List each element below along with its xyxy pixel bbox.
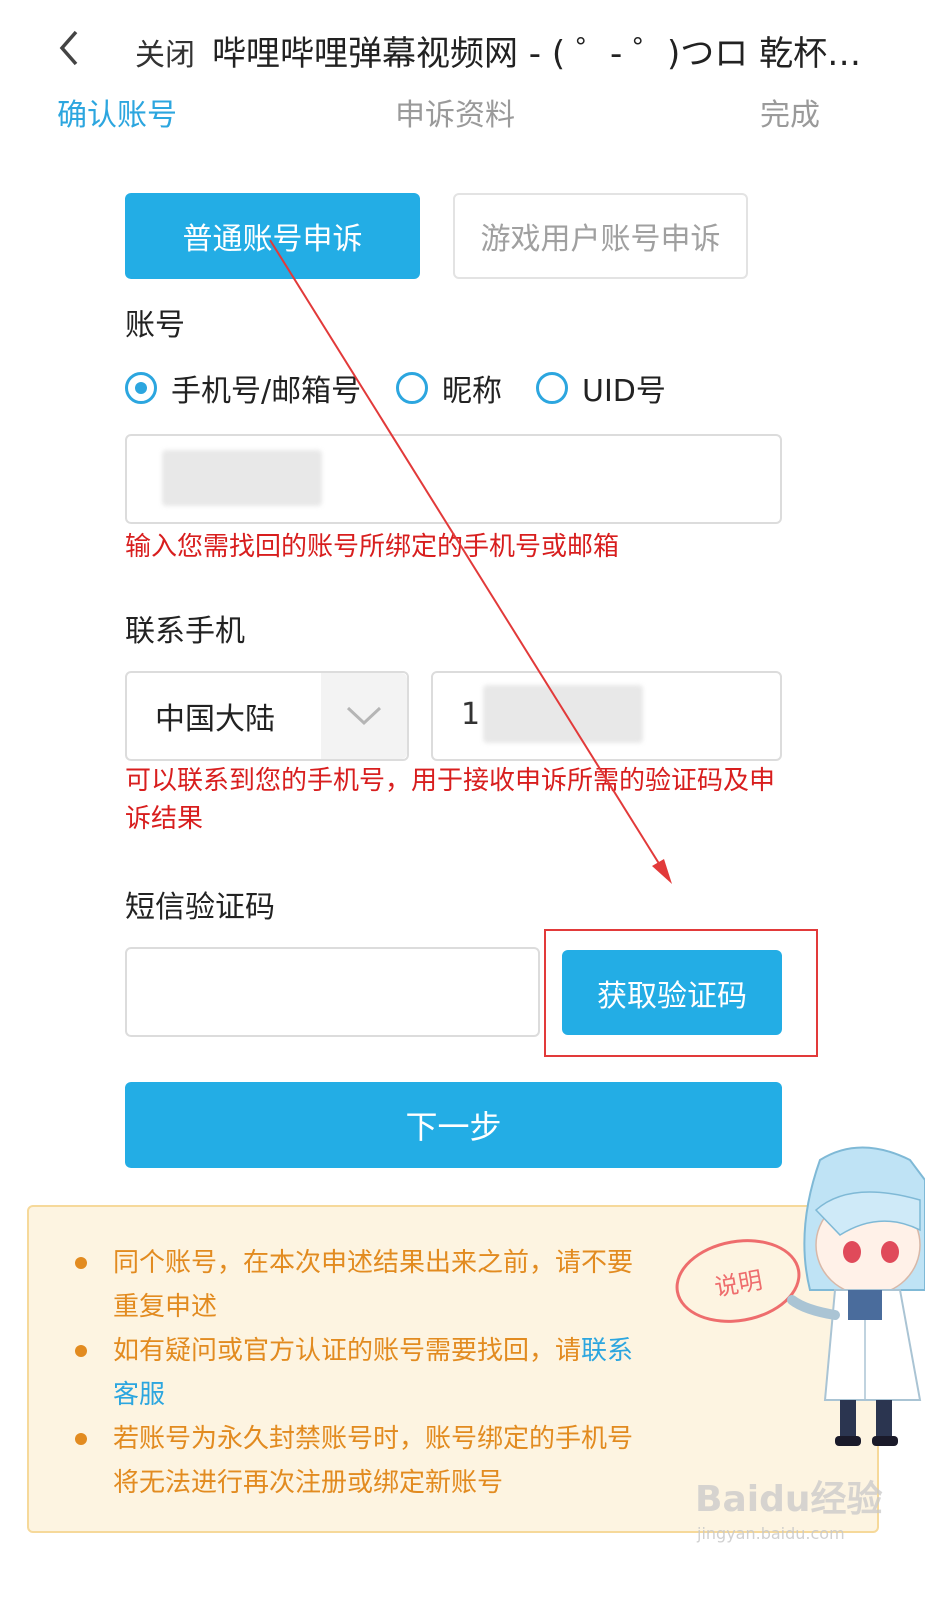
baidu-jingyan-watermark: Baidu经验 bbox=[695, 1479, 883, 1520]
notice-item: 若账号为永久封禁账号时，账号绑定的手机号 将无法进行再次注册或绑定新账号 bbox=[75, 1417, 653, 1505]
contact-support-link-cont[interactable]: 客服 bbox=[113, 1373, 653, 1417]
notice-item-3-line-2: 将无法进行再次注册或绑定新账号 bbox=[113, 1468, 504, 1498]
contact-support-link[interactable]: 联系 bbox=[581, 1336, 633, 1366]
notice-item-2-line-1: 如有疑问或官方认证的账号需要找回，请联系 bbox=[113, 1329, 653, 1373]
baidu-jingyan-watermark-url: jingyan.baidu.com bbox=[697, 1524, 845, 1543]
mascot-illustration bbox=[787, 1146, 925, 1446]
notice-item: 同个账号，在本次申述结果出来之前，请不要 重复申述 bbox=[75, 1241, 653, 1329]
notice-item-3-line-1: 若账号为永久封禁账号时，账号绑定的手机号 bbox=[113, 1424, 634, 1454]
notice-item-2-text: 如有疑问或官方认证的账号需要找回，请 bbox=[113, 1336, 582, 1366]
bullet-icon bbox=[75, 1257, 87, 1269]
notice-item-1-line-2: 重复申述 bbox=[113, 1292, 218, 1322]
notice-item: 如有疑问或官方认证的账号需要找回，请联系 客服 bbox=[75, 1329, 653, 1417]
notice-item-1-line-1: 同个账号，在本次申述结果出来之前，请不要 bbox=[113, 1248, 634, 1278]
bullet-icon bbox=[75, 1345, 87, 1357]
bullet-icon bbox=[75, 1433, 87, 1445]
